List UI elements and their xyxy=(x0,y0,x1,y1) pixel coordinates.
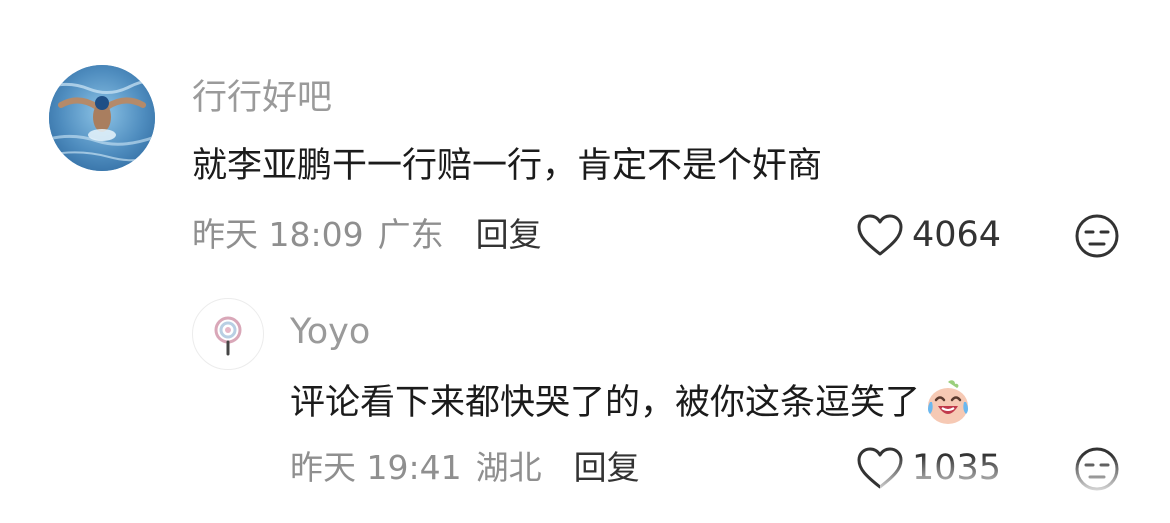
avatar[interactable] xyxy=(49,65,155,171)
heart-icon xyxy=(857,214,903,256)
comment-text-row: 评论看下来都快哭了的，被你这条逗笑了 xyxy=(290,378,974,428)
comment-text: 评论看下来都快哭了的，被你这条逗笑了 xyxy=(290,383,921,423)
comment-location: 湖北 xyxy=(475,448,542,487)
comment-location: 广东 xyxy=(377,215,444,254)
like-count: 1035 xyxy=(912,448,1002,488)
lollipop-icon xyxy=(214,316,242,356)
neutral-face-icon xyxy=(1075,214,1119,258)
comment-time: 昨天 18:09 xyxy=(192,215,364,254)
avatar[interactable] xyxy=(192,298,264,370)
comment-text: 就李亚鹏干一行赔一行，肯定不是个奸商 xyxy=(192,146,823,186)
reply-button[interactable]: 回复 xyxy=(476,215,542,255)
like-count: 4064 xyxy=(912,215,1002,255)
like-button[interactable]: 1035 xyxy=(856,446,1001,490)
comment-username[interactable]: Yoyo xyxy=(290,312,370,352)
heart-icon xyxy=(857,447,903,489)
reply-button[interactable]: 回复 xyxy=(574,448,640,488)
comment-username[interactable]: 行行好吧 xyxy=(192,78,332,118)
comment-time: 昨天 19:41 xyxy=(290,448,462,487)
comment-meta: 昨天 19:41 湖北 回复 xyxy=(290,448,640,488)
laugh-cry-emoji xyxy=(928,380,969,424)
like-button[interactable]: 4064 xyxy=(856,213,1001,257)
emoji-reaction-button[interactable] xyxy=(1074,213,1120,259)
neutral-face-icon xyxy=(1075,447,1119,491)
comment-meta: 昨天 18:09 广东 回复 xyxy=(192,215,542,255)
swimmer-avatar-image xyxy=(49,65,155,171)
emoji-reaction-button[interactable] xyxy=(1074,446,1120,492)
